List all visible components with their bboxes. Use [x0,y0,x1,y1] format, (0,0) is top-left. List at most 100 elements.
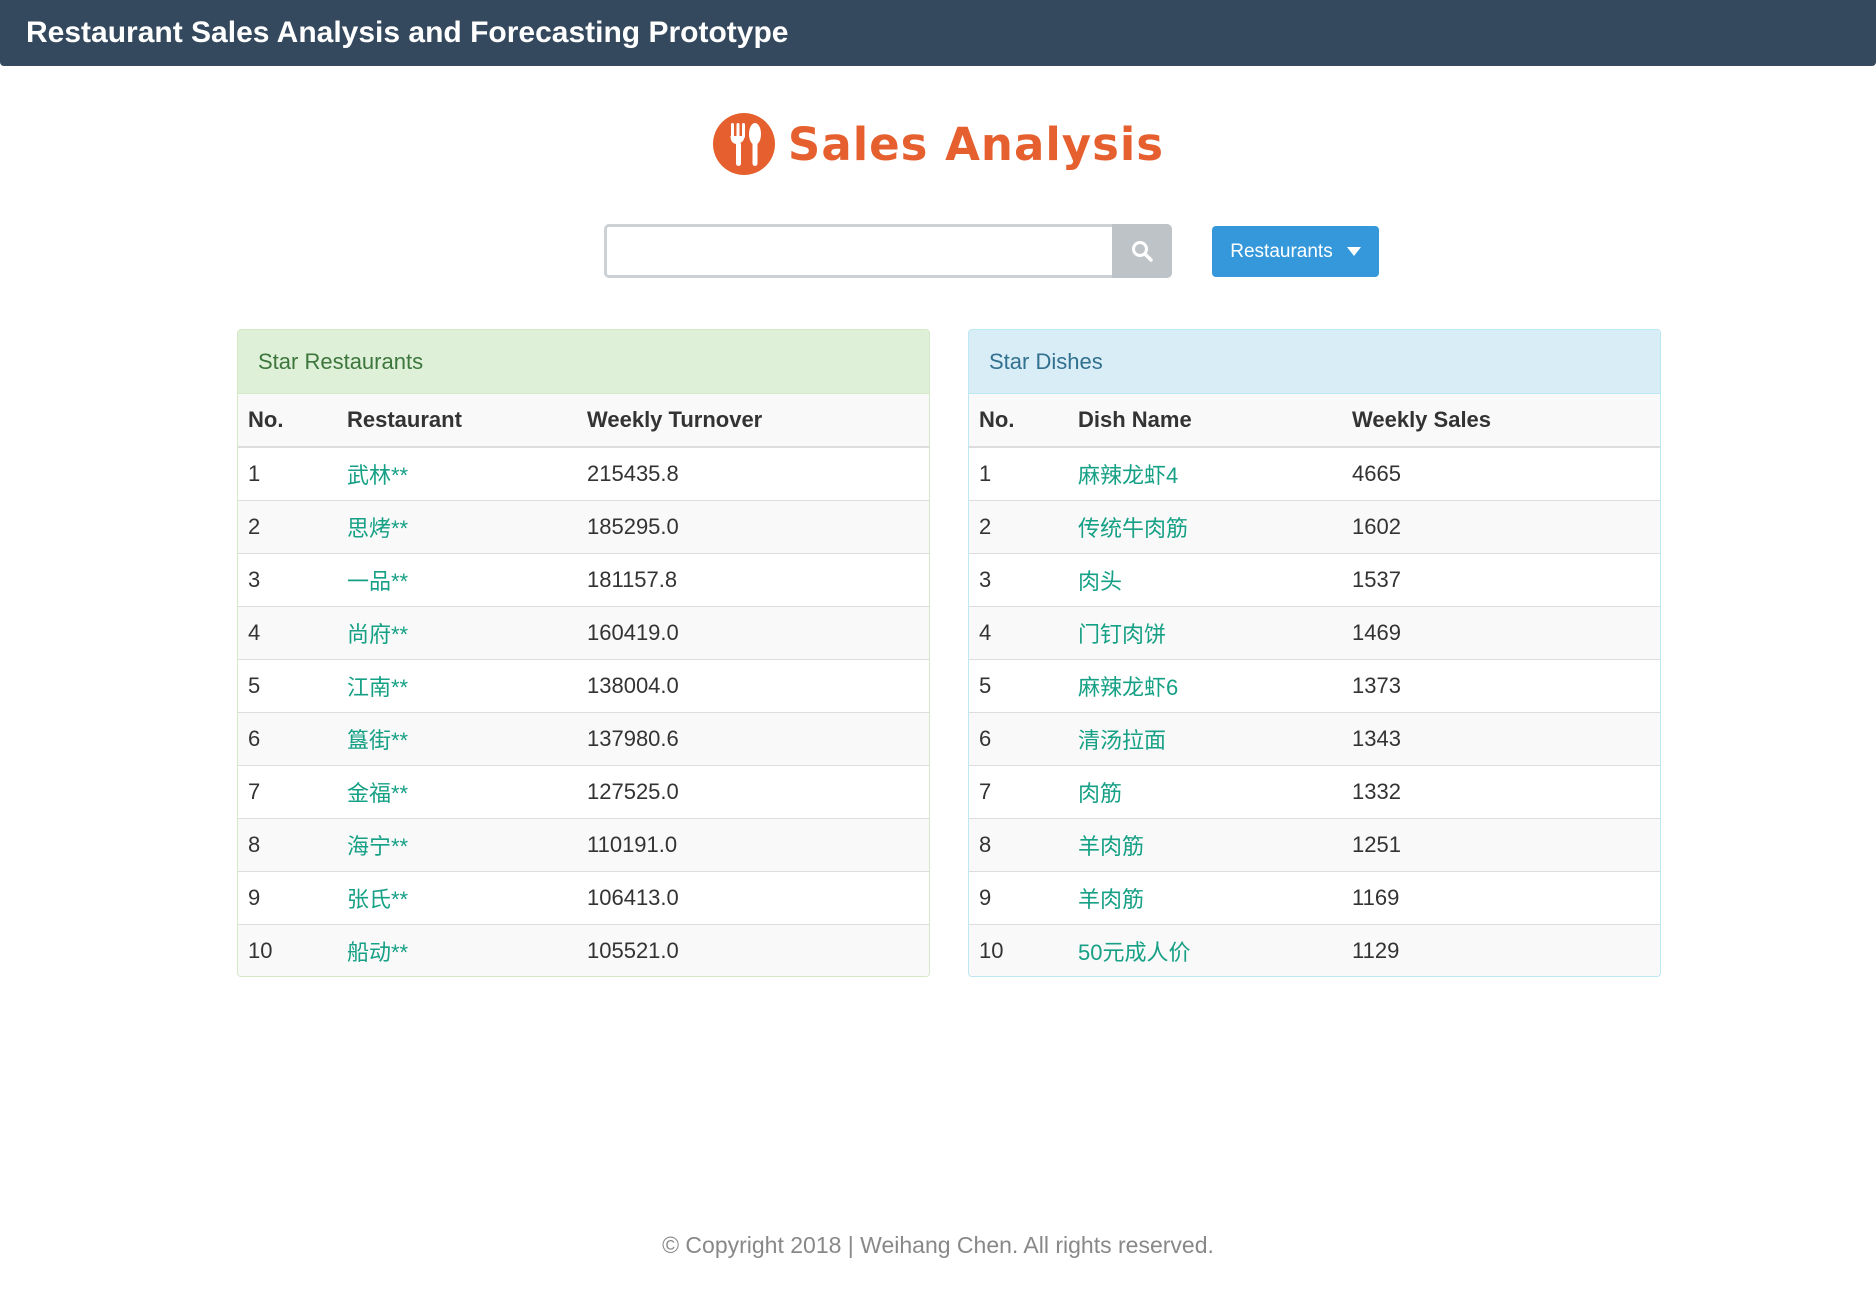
weekly-turnover: 215435.8 [577,446,929,500]
restaurant-link[interactable]: 一品** [347,569,408,594]
weekly-turnover: 127525.0 [577,764,929,818]
row-number: 4 [238,605,337,659]
weekly-sales: 1537 [1342,552,1660,606]
row-number: 5 [969,658,1068,712]
row-number: 7 [969,764,1068,818]
column-header: No. [969,394,1068,448]
table-row: 1 麻辣龙虾4 4665 [969,446,1660,500]
table-row: 10 船动** 105521.0 [238,923,929,976]
table-row: 6 簋街** 137980.6 [238,711,929,765]
weekly-sales: 1251 [1342,817,1660,871]
row-number: 5 [238,658,337,712]
row-number: 3 [969,552,1068,606]
table-row: 1 武林** 215435.8 [238,446,929,500]
row-number: 10 [969,923,1068,976]
weekly-turnover: 160419.0 [577,605,929,659]
caret-down-icon [1346,247,1361,256]
weekly-sales: 1169 [1342,870,1660,924]
weekly-sales: 1129 [1342,923,1660,976]
dish-link[interactable]: 门钉肉饼 [1078,622,1166,647]
row-number: 8 [238,817,337,871]
table-row: 7 金福** 127525.0 [238,764,929,818]
table-row: 5 江南** 138004.0 [238,658,929,712]
row-number: 1 [969,446,1068,500]
row-number: 2 [238,499,337,553]
row-number: 9 [969,870,1068,924]
dish-link[interactable]: 羊肉筋 [1078,834,1144,859]
dish-link[interactable]: 50元成人价 [1078,940,1190,965]
weekly-turnover: 137980.6 [577,711,929,765]
fork-spoon-icon [712,113,775,175]
weekly-turnover: 185295.0 [577,499,929,553]
table-row: 3 一品** 181157.8 [238,552,929,606]
footer-copyright: © Copyright 2018 | Weihang Chen. All rig… [662,1232,1214,1258]
restaurant-link[interactable]: 尚府** [347,622,408,647]
table-row: 2 思烤** 185295.0 [238,499,929,553]
weekly-sales: 1343 [1342,711,1660,765]
panel-heading: Star Dishes [969,330,1660,394]
dropdown-label: Restaurants [1230,240,1333,262]
star-dishes-panel: Star Dishes No. Dish Name Weekly Sales 1… [968,329,1661,977]
weekly-sales: 1602 [1342,499,1660,553]
dish-link[interactable]: 清汤拉面 [1078,728,1166,753]
column-header: Restaurant [337,394,577,448]
row-number: 7 [238,764,337,818]
row-number: 9 [238,870,337,924]
dish-link[interactable]: 肉头 [1078,569,1122,594]
table-row: 7 肉筋 1332 [969,764,1660,818]
search-icon [1132,241,1153,262]
dish-link[interactable]: 羊肉筋 [1078,887,1144,912]
table-row: 4 门钉肉饼 1469 [969,605,1660,659]
restaurant-link[interactable]: 船动** [347,940,408,965]
column-header: Weekly Sales [1342,394,1660,448]
weekly-sales: 1469 [1342,605,1660,659]
dish-link[interactable]: 肉筋 [1078,781,1122,806]
restaurant-link[interactable]: 张氏** [347,887,408,912]
dish-link[interactable]: 麻辣龙虾4 [1078,463,1178,488]
search-button[interactable] [1112,224,1172,278]
table-row: 9 张氏** 106413.0 [238,870,929,924]
row-number: 2 [969,499,1068,553]
restaurant-link[interactable]: 海宁** [347,834,408,859]
logo: Sales Analysis [0,108,1876,180]
restaurant-link[interactable]: 金福** [347,781,408,806]
row-number: 6 [969,711,1068,765]
navbar: Restaurant Sales Analysis and Forecastin… [0,0,1876,66]
column-header: Dish Name [1068,394,1342,448]
restaurant-link[interactable]: 武林** [347,463,408,488]
star-restaurants-table: No. Restaurant Weekly Turnover 1 武林** 21… [238,394,929,976]
nav-title[interactable]: Restaurant Sales Analysis and Forecastin… [26,0,788,66]
weekly-sales: 4665 [1342,446,1660,500]
row-number: 6 [238,711,337,765]
table-row: 10 50元成人价 1129 [969,923,1660,976]
table-row: 8 海宁** 110191.0 [238,817,929,871]
table-row: 8 羊肉筋 1251 [969,817,1660,871]
search-input[interactable] [604,224,1112,278]
dish-link[interactable]: 麻辣龙虾6 [1078,675,1178,700]
table-row: 6 清汤拉面 1343 [969,711,1660,765]
weekly-turnover: 105521.0 [577,923,929,976]
table-row: 4 尚府** 160419.0 [238,605,929,659]
column-header: No. [238,394,337,448]
weekly-turnover: 138004.0 [577,658,929,712]
weekly-turnover: 106413.0 [577,870,929,924]
table-row: 3 肉头 1537 [969,552,1660,606]
panel-heading: Star Restaurants [238,330,929,394]
weekly-sales: 1332 [1342,764,1660,818]
star-restaurants-panel: Star Restaurants No. Restaurant Weekly T… [237,329,930,977]
row-number: 10 [238,923,337,976]
row-number: 8 [969,817,1068,871]
restaurant-link[interactable]: 思烤** [347,516,408,541]
row-number: 1 [238,446,337,500]
star-dishes-table: No. Dish Name Weekly Sales 1 麻辣龙虾4 4665 … [969,394,1660,976]
table-row: 2 传统牛肉筋 1602 [969,499,1660,553]
table-row: 5 麻辣龙虾6 1373 [969,658,1660,712]
weekly-turnover: 110191.0 [577,817,929,871]
restaurants-dropdown[interactable]: Restaurants [1212,226,1379,277]
restaurant-link[interactable]: 江南** [347,675,408,700]
restaurant-link[interactable]: 簋街** [347,728,408,753]
dish-link[interactable]: 传统牛肉筋 [1078,516,1188,541]
logo-text: Sales Analysis [787,117,1165,171]
weekly-turnover: 181157.8 [577,552,929,606]
table-row: 9 羊肉筋 1169 [969,870,1660,924]
